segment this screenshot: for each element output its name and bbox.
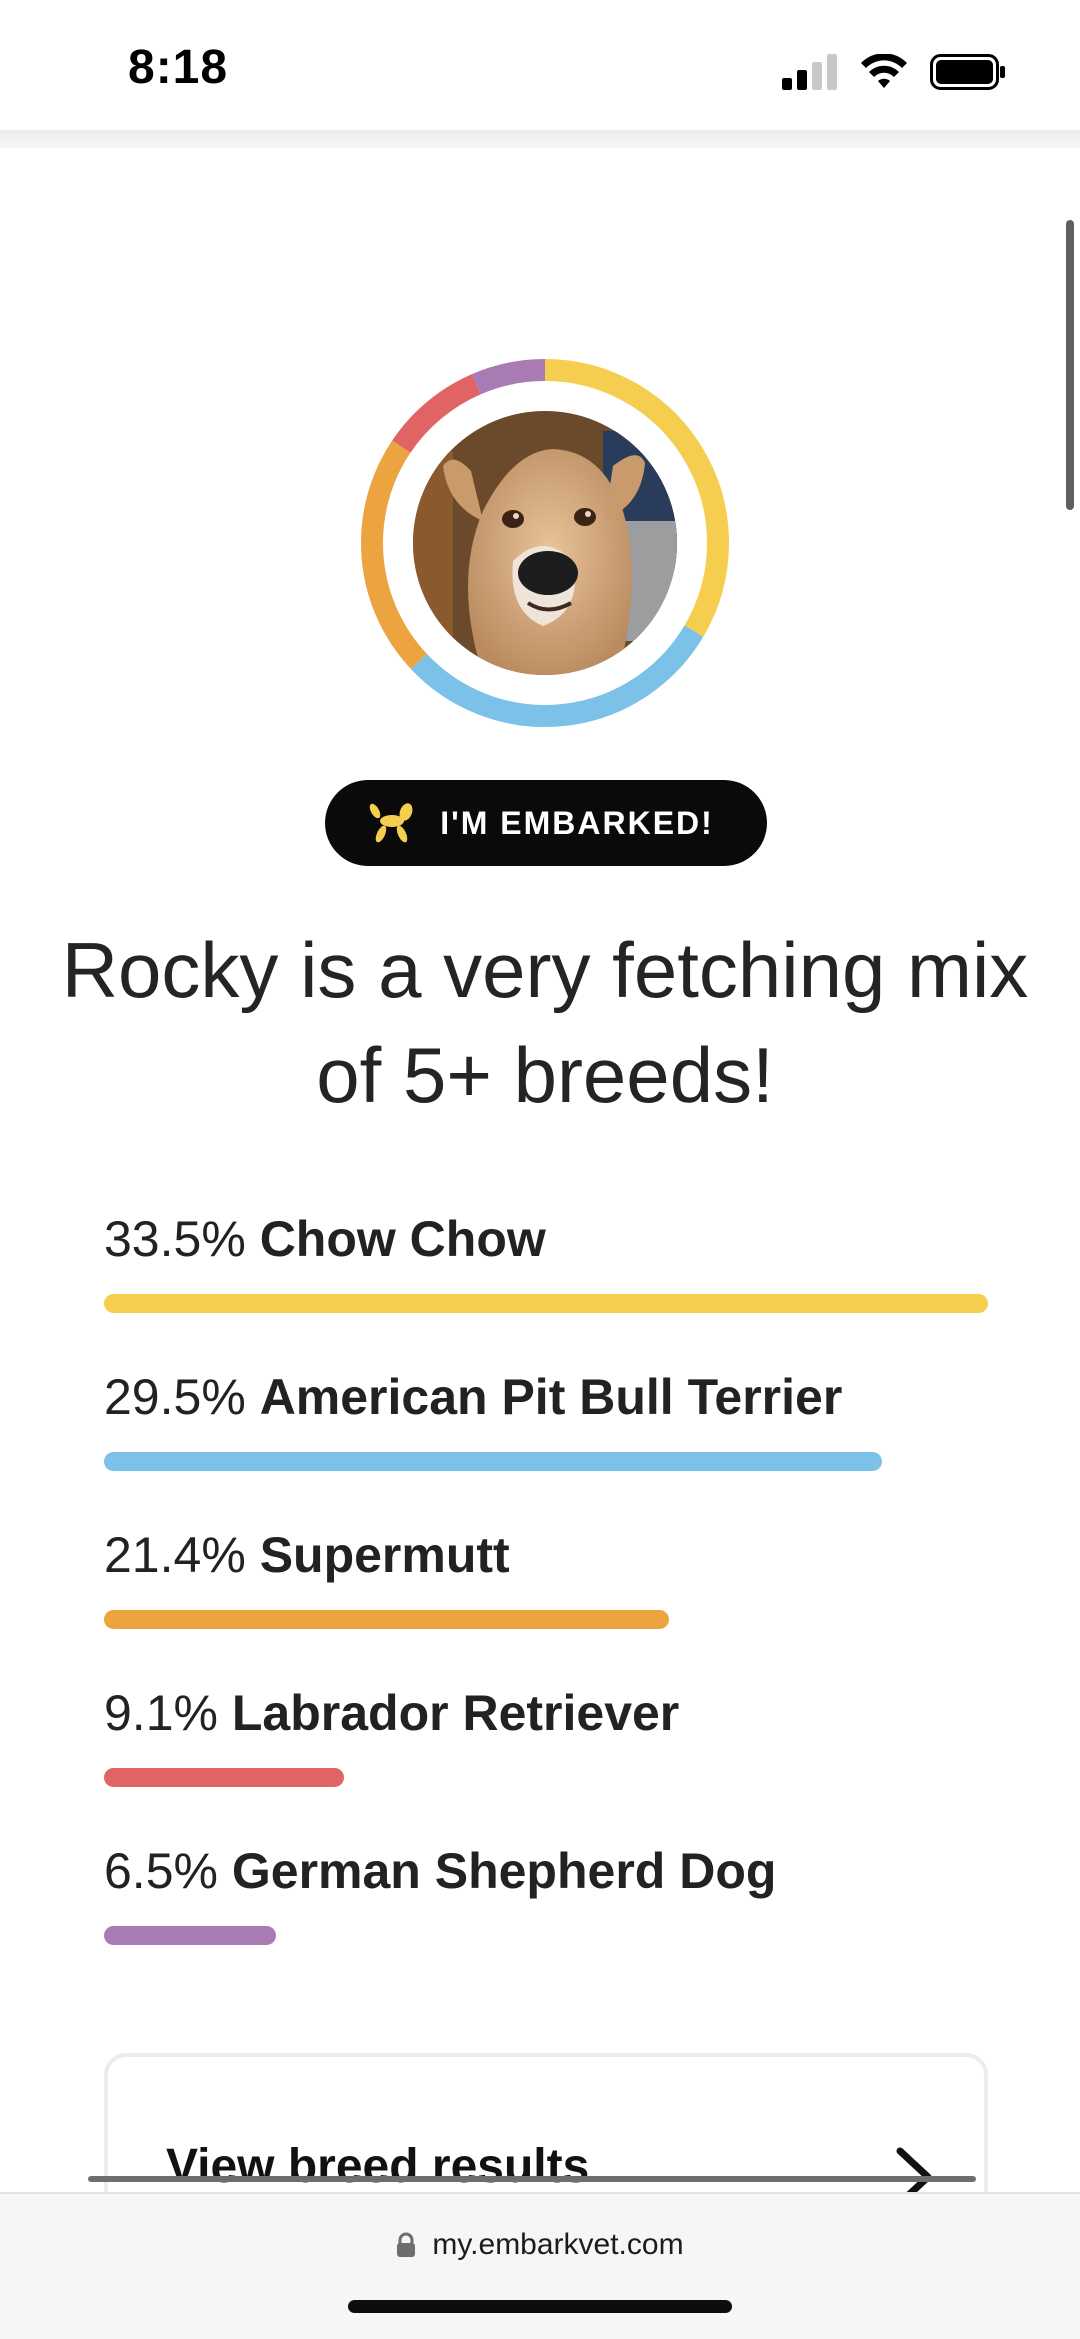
badge-label: I'M EMBARKED!: [440, 804, 714, 841]
breed-percent: 6.5%: [104, 1843, 218, 1899]
status-icons: [782, 52, 1006, 92]
browser-address-bar[interactable]: my.embarkvet.com: [0, 2192, 1080, 2339]
breed-percent: 21.4%: [104, 1527, 246, 1583]
breed-name: German Shepherd Dog: [231, 1843, 777, 1899]
status-bar: 8:18: [0, 0, 1080, 130]
breed-percent-bar: [104, 1294, 988, 1313]
breed-label: 9.1% Labrador Retriever: [104, 1682, 988, 1744]
home-indicator[interactable]: [348, 2300, 732, 2313]
breed-item: 33.5% Chow Chow: [104, 1208, 988, 1366]
breed-ring-segment: [471, 359, 546, 395]
lock-icon: [397, 2232, 416, 2257]
breed-name: American Pit Bull Terrier: [259, 1369, 843, 1425]
balloon-dog-icon: [369, 803, 413, 843]
breed-name: Chow Chow: [259, 1211, 546, 1267]
url-text: my.embarkvet.com: [432, 2228, 684, 2261]
scrollbar-thumb[interactable]: [1066, 220, 1074, 510]
breed-percent-bar: [104, 1452, 882, 1471]
breed-item: 21.4% Supermutt: [104, 1524, 988, 1682]
url-row[interactable]: my.embarkvet.com: [0, 2228, 1080, 2262]
breed-percent-bar: [104, 1768, 344, 1787]
wifi-icon: [861, 54, 907, 88]
breed-label: 21.4% Supermutt: [104, 1524, 988, 1586]
battery-icon: [930, 54, 1005, 90]
cellular-signal-icon: [782, 54, 837, 90]
breed-item: 6.5% German Shepherd Dog: [104, 1840, 988, 1998]
breed-percent-bar: [104, 1926, 276, 1945]
breed-percent: 33.5%: [104, 1211, 246, 1267]
breed-label: 29.5% American Pit Bull Terrier: [104, 1366, 988, 1428]
breed-name: Supermutt: [259, 1527, 510, 1583]
breed-item: 29.5% American Pit Bull Terrier: [104, 1366, 988, 1524]
embarked-badge[interactable]: I'M EMBARKED!: [325, 780, 767, 866]
breed-ring-segment: [361, 440, 427, 669]
dog-photo: [413, 411, 677, 675]
breed-percent-bar: [104, 1610, 669, 1629]
breed-list: 33.5% Chow Chow 29.5% American Pit Bull T…: [104, 1208, 988, 1998]
dog-avatar: [360, 358, 730, 728]
status-time: 8:18: [128, 41, 229, 94]
overlay-scroll-line: [88, 2176, 976, 2182]
breed-name: Labrador Retriever: [231, 1685, 680, 1741]
header-divider: [0, 130, 1080, 148]
breed-label: 33.5% Chow Chow: [104, 1208, 988, 1270]
breed-percent: 29.5%: [104, 1369, 246, 1425]
breed-label: 6.5% German Shepherd Dog: [104, 1840, 988, 1902]
page-headline: Rocky is a very fetching mix of 5+ breed…: [61, 926, 1029, 1119]
breed-item: 9.1% Labrador Retriever: [104, 1682, 988, 1840]
view-breed-results-label: View breed results: [166, 2140, 590, 2193]
breed-percent: 9.1%: [104, 1685, 218, 1741]
